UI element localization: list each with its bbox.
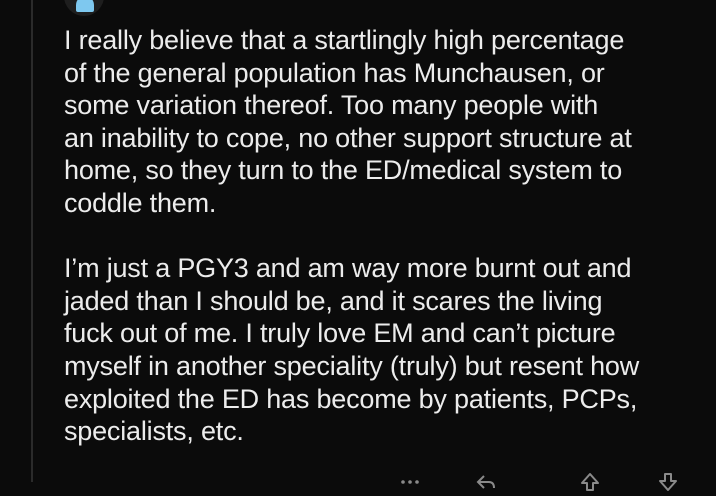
comment-line: some variation thereof. Too many people … [64,90,599,121]
comment-action-bar [380,466,710,496]
comment-line: I really believe that a startlingly high… [64,25,625,55]
comment-line: jaded than I should be, and it scares th… [64,285,603,316]
comment-line: coddle them. [64,187,217,218]
comment-line: exploited the ED has become by patients,… [64,383,638,414]
comment-line: of the general population has Munchausen… [64,57,605,88]
comment-line: myself in another speciality (truly) but… [64,350,640,381]
thread-line [31,0,33,482]
reply-icon[interactable] [476,472,496,492]
upvote-icon[interactable] [580,472,600,492]
comment-line: specialists, etc. [64,416,244,447]
comment-body: I really believe that a startlingly high… [64,24,704,448]
user-avatar[interactable] [64,0,104,16]
comment-paragraph-1: I really believe that a startlingly high… [64,24,704,220]
downvote-icon[interactable] [658,472,678,492]
comment-paragraph-2: I’m just a PGY3 and am way more burnt ou… [64,252,704,448]
comment-line: an inability to cope, no other support s… [64,122,632,153]
avatar-figure [76,0,94,12]
comment-line: fuck out of me. I truly love EM and can’… [64,318,616,349]
comment-line: home, so they turn to the ED/medical sys… [64,155,623,186]
comment-line: I’m just a PGY3 and am way more burnt ou… [64,253,632,284]
more-options-icon[interactable] [400,472,420,492]
